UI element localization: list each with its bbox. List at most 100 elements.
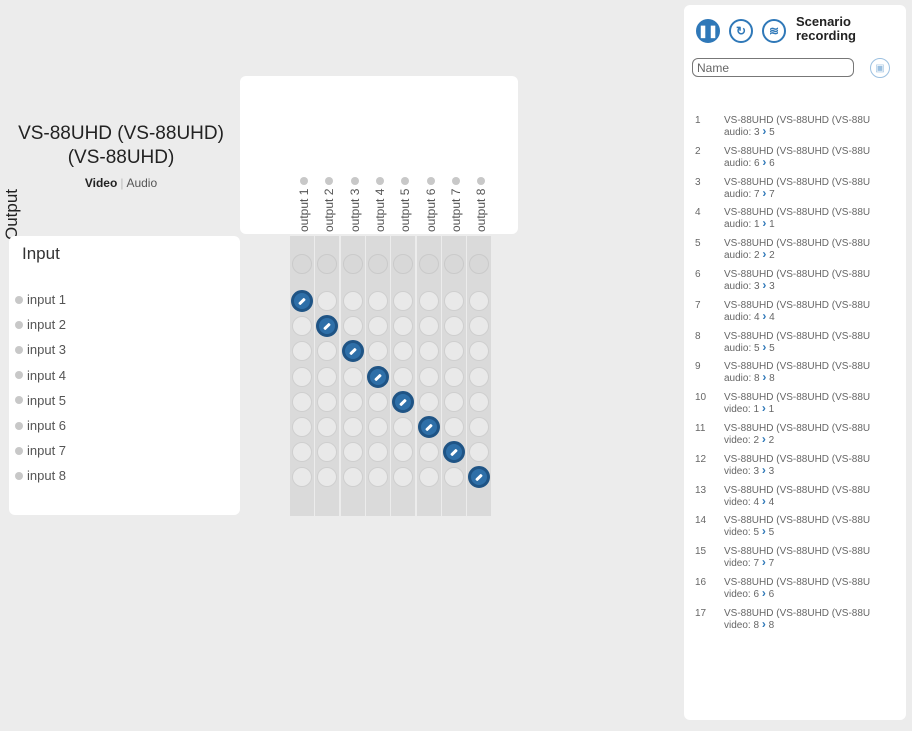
pause-button[interactable]: ❚❚ <box>696 19 720 43</box>
matrix-crosspoint[interactable] <box>367 291 388 311</box>
matrix-crosspoint[interactable] <box>342 391 363 412</box>
output-disconnect-button[interactable] <box>292 254 312 274</box>
output-label-text: output 3 <box>347 188 362 232</box>
matrix-crosspoint[interactable] <box>342 291 363 311</box>
matrix-crosspoint[interactable] <box>342 417 363 437</box>
recording-route: video: 5 › 5 <box>724 525 774 538</box>
recording-number: 11 <box>695 423 706 434</box>
recording-number: 6 <box>695 269 701 280</box>
recording-item[interactable]: 9 VS-88UHD (VS-88UHD (VS-88U audio: 8 › 8 <box>684 361 906 391</box>
output-disconnect-button[interactable] <box>367 254 388 274</box>
matrix-crosspoint[interactable] <box>342 442 363 463</box>
tab-audio[interactable]: Audio <box>126 176 157 190</box>
matrix-crosspoint[interactable] <box>469 417 490 437</box>
matrix-crosspoint[interactable] <box>443 316 464 337</box>
recording-number: 2 <box>695 145 701 157</box>
matrix-crosspoint[interactable] <box>342 467 363 488</box>
matrix-crosspoint[interactable] <box>469 291 490 311</box>
matrix-crosspoint[interactable] <box>418 391 439 412</box>
recording-item[interactable]: 8 VS-88UHD (VS-88UHD (VS-88U audio: 5 › 5 <box>684 331 906 361</box>
recording-route-destination: 4 <box>766 311 775 323</box>
matrix-crosspoint-active[interactable] <box>341 340 364 363</box>
output-disconnect-button[interactable] <box>469 254 490 274</box>
output-label-text: output 6 <box>423 188 438 232</box>
recording-route: audio: 8 › 8 <box>724 371 775 384</box>
matrix-crosspoint-active[interactable] <box>417 416 440 438</box>
matrix-crosspoint[interactable] <box>443 291 464 311</box>
matrix-crosspoint[interactable] <box>342 316 363 337</box>
refresh-button[interactable]: ↻ <box>729 19 753 43</box>
recording-item[interactable]: 11 VS-88UHD (VS-88UHD (VS-88U video: 2 › 2 <box>684 423 906 453</box>
matrix-crosspoint[interactable] <box>317 366 338 387</box>
matrix-crosspoint-active[interactable] <box>366 365 389 388</box>
recording-item[interactable]: 4 VS-88UHD (VS-88UHD (VS-88U audio: 1 › 1 <box>684 207 906 237</box>
output-label-text: output 8 <box>474 188 489 232</box>
tab-video[interactable]: Video <box>85 176 117 190</box>
recording-route: audio: 1 › 1 <box>724 217 775 230</box>
matrix-crosspoint[interactable] <box>418 316 439 337</box>
matrix-crosspoint[interactable] <box>292 391 312 412</box>
matrix-crosspoint[interactable] <box>367 391 388 412</box>
matrix-crosspoint[interactable] <box>342 366 363 387</box>
recording-number: 17 <box>695 607 707 619</box>
output-disconnect-button[interactable] <box>443 254 464 274</box>
matrix-crosspoint-active[interactable] <box>442 441 465 464</box>
matrix-crosspoint[interactable] <box>418 366 439 387</box>
recording-item[interactable]: 15 VS-88UHD (VS-88UHD (VS-88U video: 7 › 7 <box>684 546 906 576</box>
recording-item[interactable]: 3 VS-88UHD (VS-88UHD (VS-88U audio: 7 › 7 <box>684 177 906 207</box>
input-title: Input <box>22 244 60 263</box>
matrix-crosspoint[interactable] <box>367 316 388 337</box>
recording-item[interactable]: 17 VS-88UHD (VS-88UHD (VS-88U video: 8 › 8 <box>684 608 906 638</box>
recording-route-source: video: 3 <box>724 465 762 477</box>
recording-device-text: VS-88UHD (VS-88UHD (VS-88U <box>724 423 871 434</box>
matrix-crosspoint[interactable] <box>393 366 414 387</box>
recording-item[interactable]: 2 VS-88UHD (VS-88UHD (VS-88U audio: 6 › 6 <box>684 146 906 176</box>
output-label-text: output 4 <box>372 188 387 232</box>
recording-number: 14 <box>695 515 707 527</box>
matrix-crosspoint[interactable] <box>367 442 388 463</box>
matrix-crosspoint-active[interactable] <box>392 390 415 413</box>
matrix-crosspoint[interactable] <box>418 467 439 488</box>
matrix-crosspoint[interactable] <box>418 341 439 362</box>
input-label-8: input 8 <box>15 468 66 483</box>
device-title: VS-88UHD (VS-88UHD) (VS-88UHD) <box>0 122 242 170</box>
matrix-crosspoint[interactable] <box>443 417 464 437</box>
recording-number: 7 <box>695 299 701 311</box>
scenario-panel: ❚❚ ↻ ≋ Scenario recording ▣ 1VS-88UHD (V… <box>684 5 906 720</box>
save-button[interactable]: ▣ <box>870 58 890 78</box>
matrix-crosspoint[interactable] <box>443 366 464 387</box>
matrix-crosspoint[interactable] <box>443 391 464 412</box>
recording-item[interactable]: 12 VS-88UHD (VS-88UHD (VS-88U video: 3 › 3 <box>684 454 906 484</box>
recording-number: 9 <box>695 361 701 373</box>
recording-item[interactable]: 6 VS-88UHD (VS-88UHD (VS-88U audio: 3 › 3 <box>684 269 906 299</box>
recording-item[interactable]: 1 VS-88UHD (VS-88UHD (VS-88U audio: 3 › 5 <box>684 115 906 145</box>
output-disconnect-button[interactable] <box>342 254 363 274</box>
recording-item[interactable]: 7 VS-88UHD (VS-88UHD (VS-88U audio: 4 › 4 <box>684 300 906 330</box>
matrix-crosspoint[interactable] <box>418 291 439 311</box>
matrix-crosspoint[interactable] <box>469 366 490 387</box>
matrix-crosspoint[interactable] <box>469 391 490 412</box>
input-label-text: input 2 <box>27 317 67 333</box>
output-disconnect-button[interactable] <box>418 254 439 274</box>
input-label-2: input 2 <box>15 317 66 332</box>
input-status-dot <box>15 371 23 380</box>
recording-number: 13 <box>695 484 707 496</box>
recording-item[interactable]: 16 VS-88UHD (VS-88UHD (VS-88U video: 6 › 6 <box>684 577 906 607</box>
layers-button[interactable]: ≋ <box>762 19 786 43</box>
matrix-crosspoint[interactable] <box>292 417 312 437</box>
recording-route: audio: 4 › 4 <box>724 310 775 323</box>
layers-icon: ≋ <box>768 24 780 38</box>
scenario-name-input[interactable] <box>692 58 854 77</box>
recording-route: video: 8 › 8 <box>724 618 774 631</box>
recording-route-source: audio: 4 <box>724 311 763 323</box>
matrix-crosspoint[interactable] <box>367 417 388 437</box>
matrix-crosspoint[interactable] <box>292 366 312 387</box>
recording-item[interactable]: 13 VS-88UHD (VS-88UHD (VS-88U video: 4 › 4 <box>684 485 906 515</box>
recording-item[interactable]: 10 VS-88UHD (VS-88UHD (VS-88U video: 1 › 1 <box>684 392 906 422</box>
recording-item[interactable]: 14 VS-88UHD (VS-88UHD (VS-88U video: 5 › 5 <box>684 515 906 545</box>
matrix-crosspoint[interactable] <box>418 442 439 463</box>
matrix-crosspoint-active[interactable] <box>291 290 313 312</box>
recording-item[interactable]: 5 VS-88UHD (VS-88UHD (VS-88U audio: 2 › 2 <box>684 238 906 268</box>
input-label-text: input 7 <box>27 443 67 459</box>
matrix-crosspoint[interactable] <box>317 391 338 412</box>
